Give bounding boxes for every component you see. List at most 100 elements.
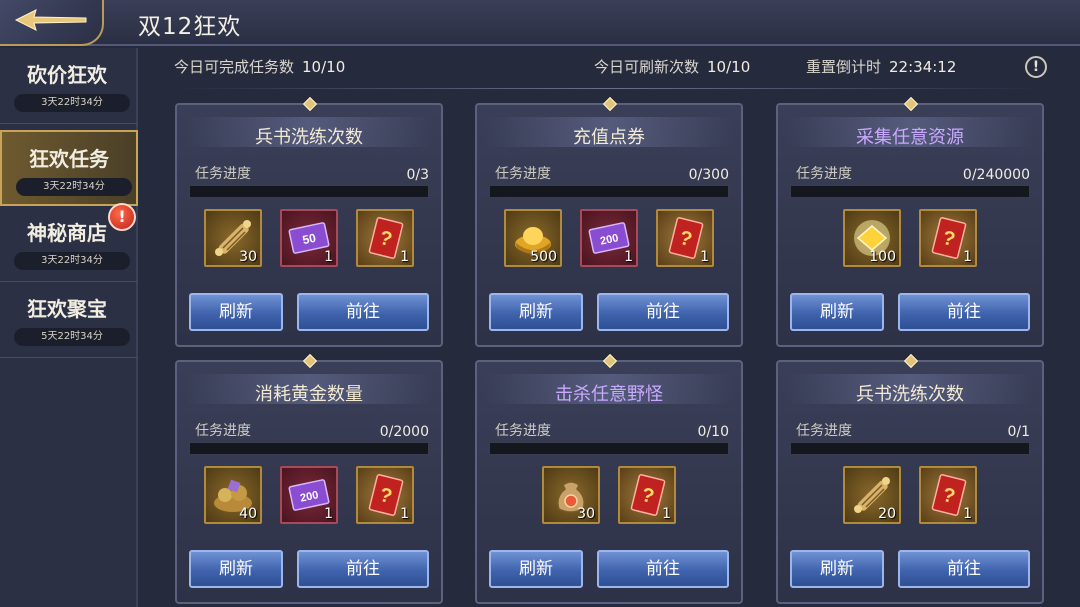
task-card: 击杀任意野怪任务进度 0/10 30 ? 1 刷新 前往 [475,353,743,604]
go-button[interactable]: 前往 [898,293,1030,331]
progress-value: 0/3 [406,167,429,183]
progress-bar [489,442,729,455]
progress-label: 任务进度 [195,166,251,182]
task-card: 兵书洗练次数任务进度 0/3 30 50 1 ? 1 刷新 前往 [175,96,443,347]
card-gem-ornament-icon [903,96,919,112]
reward-item[interactable]: 200 1 [580,209,638,267]
reward-count: 1 [700,249,709,265]
card-title: 充值点券 [573,127,645,148]
refresh-button[interactable]: 刷新 [489,293,583,331]
reward-count: 20 [878,506,896,522]
sidebar-item-mystery-shop[interactable]: 神秘商店 3天22时34分 ! [0,203,138,282]
tasks-completable-stat: 今日可完成任务数 10/10 [174,56,345,77]
sidebar-item-timer: 5天22时34分 [14,328,130,346]
go-button[interactable]: 前往 [297,550,429,588]
card-title: 兵书洗练次数 [255,127,363,148]
progress-bar [489,185,729,198]
progress-value: 0/1 [1007,424,1030,440]
reward-item[interactable]: 30 [542,466,600,524]
task-card: 充值点券 任务进度 0/300 500 200 1 ? 1 刷新 前往 [475,96,743,347]
refresh-button[interactable]: 刷新 [189,293,283,331]
sidebar: 砍价狂欢 3天22时34分 狂欢任务 3天22时34分 神秘商店 3天22时34… [0,48,138,607]
go-button[interactable]: 前往 [597,293,729,331]
sidebar-item-treasure[interactable]: 狂欢聚宝 5天22时34分 [0,282,138,358]
reward-count: 40 [239,506,257,522]
go-button[interactable]: 前往 [297,293,429,331]
progress-value: 0/10 [697,424,729,440]
card-gem-ornament-icon [302,96,318,112]
reward-item[interactable]: 100 [843,209,901,267]
top-bar: 双12狂欢 [0,0,1080,46]
alert-badge-icon: ! [108,203,136,231]
progress-value: 0/300 [688,167,729,183]
stat-value: 22:34:12 [889,58,957,76]
refresh-button[interactable]: 刷新 [790,293,884,331]
progress-label: 任务进度 [796,166,852,182]
progress-bar [790,442,1030,455]
reward-item[interactable]: 200 1 [280,466,338,524]
reward-count: 1 [963,249,972,265]
reward-count: 1 [624,249,633,265]
reward-count: 100 [869,249,896,265]
sidebar-item-label: 狂欢聚宝 [27,297,107,321]
go-button[interactable]: 前往 [597,550,729,588]
reward-count: 1 [324,506,333,522]
card-title: 击杀任意野怪 [555,384,663,405]
refresh-button[interactable]: 刷新 [189,550,283,588]
reward-item[interactable]: 500 [504,209,562,267]
reward-item[interactable]: 50 1 [280,209,338,267]
reward-count: 1 [400,506,409,522]
reward-list: 20 ? 1 [778,466,1042,526]
reward-item[interactable]: ? 1 [656,209,714,267]
divider [176,88,1040,89]
reward-item[interactable]: 40 [204,466,262,524]
reward-count: 1 [324,249,333,265]
card-gem-ornament-icon [302,353,318,369]
progress-bar [189,185,429,198]
progress-bar [189,442,429,455]
reward-item[interactable]: ? 1 [919,209,977,267]
reward-item[interactable]: 30 [204,209,262,267]
progress-label: 任务进度 [495,423,551,439]
task-card: 消耗黄金数量 任务进度 0/2000 40 200 1 ? 1 刷新 前往 [175,353,443,604]
back-button[interactable] [0,0,104,46]
info-icon[interactable]: ! [1025,56,1047,78]
progress-label: 任务进度 [195,423,251,439]
page-title: 双12狂欢 [138,14,242,40]
reward-item[interactable]: ? 1 [356,209,414,267]
reward-item[interactable]: ? 1 [356,466,414,524]
reward-list: 30 ? 1 [477,466,741,526]
refresh-button[interactable]: 刷新 [489,550,583,588]
progress-bar [790,185,1030,198]
progress-value: 0/240000 [962,167,1030,183]
stat-label: 今日可完成任务数 [174,58,295,76]
reward-count: 30 [577,506,595,522]
reward-count: 30 [239,249,257,265]
sidebar-item-bargain[interactable]: 砍价狂欢 3天22时34分 [0,48,138,124]
sidebar-item-label: 狂欢任务 [29,147,109,171]
sidebar-item-timer: 3天22时34分 [14,94,130,112]
card-title: 兵书洗练次数 [856,384,964,405]
reward-count: 1 [400,249,409,265]
task-card: 采集任意资源任务进度 0/240000 100 ? 1 刷新 前往 [776,96,1044,347]
go-button[interactable]: 前往 [898,550,1030,588]
sidebar-item-timer: 3天22时34分 [16,178,132,196]
reward-list: 40 200 1 ? 1 [177,466,441,526]
reward-count: 1 [963,506,972,522]
progress-value: 0/2000 [379,424,429,440]
refresh-button[interactable]: 刷新 [790,550,884,588]
reward-item[interactable]: ? 1 [618,466,676,524]
sidebar-item-timer: 3天22时34分 [14,252,130,270]
stat-label: 重置倒计时 [806,58,882,76]
card-gem-ornament-icon [903,353,919,369]
refresh-count-stat: 今日可刷新次数 10/10 [594,56,750,77]
reset-countdown-stat: 重置倒计时 22:34:12 [806,56,956,77]
back-arrow-icon [14,7,88,37]
reward-list: 500 200 1 ? 1 [477,209,741,269]
reward-item[interactable]: ? 1 [919,466,977,524]
stat-value: 10/10 [302,58,346,76]
card-title: 采集任意资源 [856,127,964,148]
reward-item[interactable]: 20 [843,466,901,524]
sidebar-item-carnival-tasks[interactable]: 狂欢任务 3天22时34分 [0,130,138,206]
stat-value: 10/10 [707,58,751,76]
